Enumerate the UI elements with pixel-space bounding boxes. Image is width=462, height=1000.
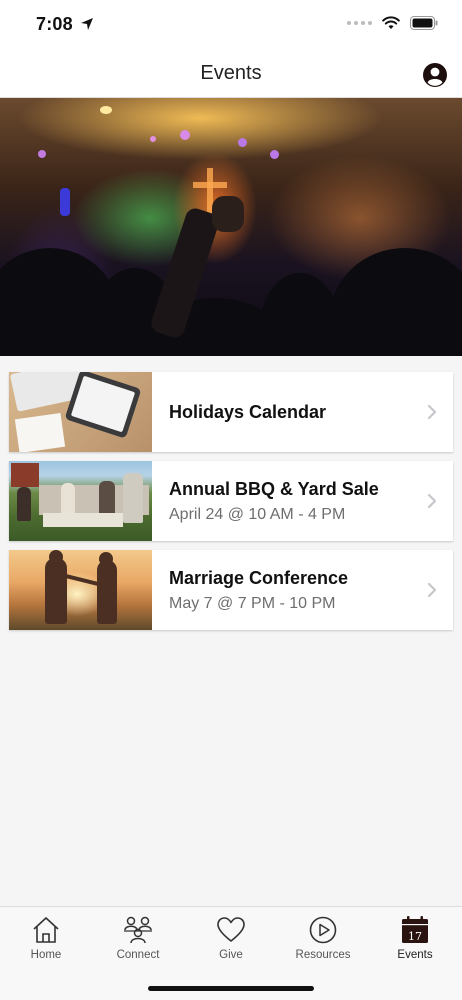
- event-card-annual-bbq[interactable]: Annual BBQ & Yard Sale April 24 @ 10 AM …: [9, 461, 453, 541]
- holidays-calendar-thumbnail: [9, 372, 152, 452]
- navigation-bar: Events: [0, 52, 462, 98]
- tab-connect[interactable]: Connect: [92, 915, 184, 961]
- location-arrow-icon: [81, 18, 93, 30]
- status-bar: 7:08: [0, 0, 462, 52]
- play-icon: [309, 916, 337, 944]
- status-indicators: [347, 16, 438, 30]
- tab-events[interactable]: 17 Events: [369, 915, 461, 961]
- event-date-time: May 7 @ 7 PM - 10 PM: [169, 595, 336, 612]
- people-icon: [124, 916, 152, 944]
- tab-label: Events: [397, 949, 433, 961]
- tab-give[interactable]: Give: [185, 915, 277, 961]
- event-date-time: April 24 @ 10 AM - 4 PM: [169, 506, 346, 523]
- tab-bar: Home Connect Give Resources 17 Events: [0, 906, 462, 1000]
- event-title: Marriage Conference: [169, 568, 349, 588]
- events-list: Holidays Calendar Annual BBQ & Yard Sale…: [9, 372, 453, 639]
- calendar-day-number: 17: [408, 930, 422, 943]
- tab-label: Resources: [295, 949, 351, 961]
- profile-avatar-icon[interactable]: [422, 62, 448, 88]
- heart-icon: [217, 917, 245, 942]
- event-title: Annual BBQ & Yard Sale: [169, 479, 379, 499]
- home-icon: [33, 917, 59, 943]
- tab-home[interactable]: Home: [0, 915, 92, 961]
- tab-label: Connect: [116, 949, 160, 961]
- marriage-conference-thumbnail: [9, 550, 152, 630]
- tab-resources[interactable]: Resources: [277, 915, 369, 961]
- wifi-icon: [382, 16, 400, 29]
- hero-worship-image: [0, 98, 462, 356]
- status-time: 7:08: [36, 14, 73, 34]
- event-title: Holidays Calendar: [169, 402, 327, 422]
- tab-label: Give: [219, 949, 243, 961]
- page-title: Events: [200, 62, 262, 84]
- chevron-right-icon: [427, 404, 437, 420]
- bbq-yard-sale-thumbnail: [9, 461, 152, 541]
- tab-label: Home: [30, 949, 62, 961]
- signal-dots-icon: [347, 21, 372, 25]
- event-card-holidays-calendar[interactable]: Holidays Calendar: [9, 372, 453, 452]
- calendar-icon: 17: [402, 916, 428, 943]
- event-card-marriage-conference[interactable]: Marriage Conference May 7 @ 7 PM - 10 PM: [9, 550, 453, 630]
- chevron-right-icon: [427, 582, 437, 598]
- chevron-right-icon: [427, 493, 437, 509]
- home-indicator: [148, 986, 314, 991]
- battery-icon: [410, 16, 438, 30]
